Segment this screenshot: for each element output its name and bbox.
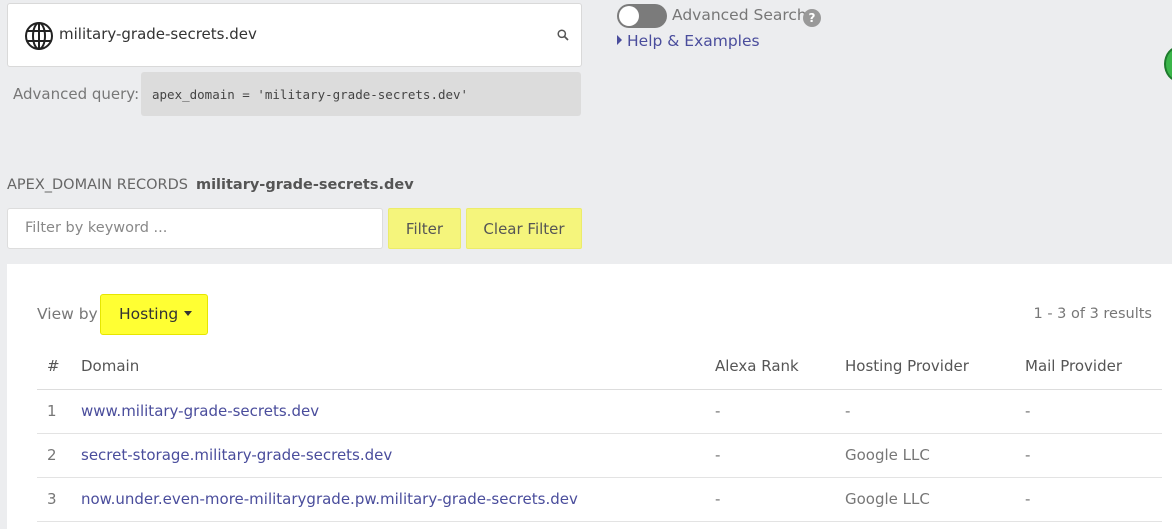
row-alexa: - bbox=[715, 433, 845, 478]
header-hosting-provider[interactable]: Hosting Provider bbox=[845, 344, 1025, 390]
filter-input[interactable]: Filter by keyword ... bbox=[7, 208, 383, 249]
records-title-prefix: APEX_DOMAIN RECORDS bbox=[7, 177, 188, 193]
side-widget-icon[interactable] bbox=[1164, 46, 1172, 82]
filter-button[interactable]: Filter bbox=[388, 208, 461, 249]
row-num: 1 bbox=[37, 389, 81, 434]
row-alexa: - bbox=[715, 477, 845, 522]
caret-down-icon bbox=[184, 311, 193, 316]
header-num[interactable]: # bbox=[37, 344, 81, 390]
records-table: # Domain Alexa Rank Hosting Provider Mai… bbox=[37, 344, 1162, 522]
table-row: 1 www.military-grade-secrets.dev - - - bbox=[37, 389, 1162, 434]
header-mail-provider[interactable]: Mail Provider bbox=[1025, 344, 1162, 390]
help-icon[interactable]: ? bbox=[803, 9, 821, 27]
caret-right-icon bbox=[617, 35, 622, 45]
search-input[interactable]: military-grade-secrets.dev bbox=[59, 25, 257, 43]
header-domain[interactable]: Domain bbox=[81, 344, 715, 390]
row-mail: - bbox=[1025, 433, 1162, 478]
records-title-value: military-grade-secrets.dev bbox=[195, 177, 414, 193]
table-row: 2 secret-storage.military-grade-secrets.… bbox=[37, 433, 1162, 478]
help-examples-label: Help & Examples bbox=[627, 32, 760, 50]
results-count: 1 - 3 of 3 results bbox=[1033, 306, 1152, 322]
view-by-dropdown[interactable]: Hosting bbox=[100, 294, 208, 335]
row-domain-link[interactable]: www.military-grade-secrets.dev bbox=[81, 389, 715, 434]
row-hosting: Google LLC bbox=[845, 433, 1025, 478]
advanced-search-toggle[interactable] bbox=[617, 4, 667, 28]
table-row: 3 now.under.even-more-militarygrade.pw.m… bbox=[37, 477, 1162, 522]
advanced-query-label: Advanced query: bbox=[13, 85, 140, 103]
row-domain-link[interactable]: secret-storage.military-grade-secrets.de… bbox=[81, 433, 715, 478]
row-hosting: - bbox=[845, 389, 1025, 434]
globe-icon bbox=[25, 22, 53, 50]
row-hosting: Google LLC bbox=[845, 477, 1025, 522]
help-examples-link[interactable]: Help & Examples bbox=[617, 32, 760, 50]
row-mail: - bbox=[1025, 389, 1162, 434]
row-num: 3 bbox=[37, 477, 81, 522]
row-mail: - bbox=[1025, 477, 1162, 522]
row-domain-link[interactable]: now.under.even-more-militarygrade.pw.mil… bbox=[81, 477, 715, 522]
advanced-search-label: Advanced Search bbox=[672, 6, 807, 24]
domain-search-box[interactable]: military-grade-secrets.dev bbox=[7, 3, 582, 67]
row-num: 2 bbox=[37, 433, 81, 478]
results-panel: View by Hosting 1 - 3 of 3 results # Dom… bbox=[7, 264, 1172, 529]
view-by-label: View by bbox=[37, 305, 98, 323]
header-alexa-rank[interactable]: Alexa Rank bbox=[715, 344, 845, 390]
table-header-row: # Domain Alexa Rank Hosting Provider Mai… bbox=[37, 344, 1162, 390]
search-icon[interactable] bbox=[557, 29, 569, 41]
advanced-query-code: apex_domain = 'military-grade-secrets.de… bbox=[141, 72, 581, 116]
row-alexa: - bbox=[715, 389, 845, 434]
toggle-knob bbox=[619, 6, 639, 26]
records-title: APEX_DOMAIN RECORDS military-grade-secret… bbox=[7, 177, 414, 193]
clear-filter-button[interactable]: Clear Filter bbox=[466, 208, 582, 249]
view-by-selected: Hosting bbox=[119, 305, 179, 323]
